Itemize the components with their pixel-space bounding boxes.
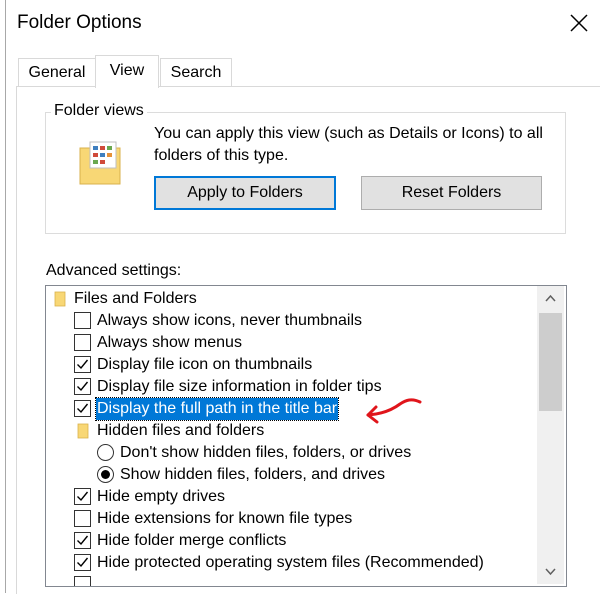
scroll-down-button[interactable] bbox=[537, 559, 564, 584]
tree-item-label: Display the full path in the title bar bbox=[94, 397, 340, 421]
close-icon bbox=[570, 14, 588, 32]
tree-item-files-and-folders[interactable]: Files and Folders bbox=[46, 288, 536, 310]
tree-item-checkbox[interactable]: Always show menus bbox=[46, 332, 536, 354]
scroll-up-button[interactable] bbox=[537, 286, 564, 311]
folder-icon bbox=[54, 291, 66, 307]
chevron-down-icon bbox=[545, 568, 556, 576]
checkmark-icon bbox=[77, 535, 89, 546]
checkmark-icon bbox=[77, 557, 89, 568]
tree-item-label: Hide empty drives bbox=[97, 488, 226, 505]
checkmark-icon bbox=[77, 403, 89, 414]
checkbox[interactable] bbox=[74, 312, 91, 329]
tree-item-radio[interactable]: Show hidden files, folders, and drives bbox=[46, 464, 536, 486]
folder-views-label: Folder views bbox=[51, 102, 147, 120]
scroll-thumb[interactable] bbox=[539, 313, 562, 411]
radio-dot bbox=[101, 470, 110, 479]
advanced-settings-tree[interactable]: Files and Folders Always show icons, nev… bbox=[45, 285, 567, 587]
checkmark-icon bbox=[77, 359, 89, 370]
window-title: Folder Options bbox=[17, 12, 142, 33]
tree-item-label: Hide folder merge conflicts bbox=[97, 532, 287, 549]
tree-item-checkbox[interactable]: Display file size information in folder … bbox=[46, 376, 536, 398]
checkmark-icon bbox=[77, 491, 89, 502]
tree-item-label: Always show icons, never thumbnails bbox=[97, 312, 363, 329]
tree-item-label: Display file size information in folder … bbox=[97, 378, 382, 395]
tree-item-label: Always show menus bbox=[97, 334, 242, 351]
tree-item-checkbox[interactable]: Display file icon on thumbnails bbox=[46, 354, 536, 376]
tree-item-label: Display file icon on thumbnails bbox=[97, 356, 313, 373]
tree-item-checkbox[interactable]: Hide extensions for known file types bbox=[46, 508, 536, 530]
tree-item-checkbox-selected[interactable]: Display the full path in the title bar bbox=[46, 397, 536, 421]
tree-item-label: Hidden files and folders bbox=[97, 422, 265, 439]
tree-item-label: Hide extensions for known file types bbox=[97, 510, 353, 527]
tree-item-label: Show hidden files, folders, and drives bbox=[120, 466, 386, 483]
tab-view[interactable]: View bbox=[95, 55, 159, 88]
checkbox-checked[interactable] bbox=[74, 488, 91, 505]
tree-item-checkbox[interactable]: Hide protected operating system files (R… bbox=[46, 552, 536, 574]
tree-item-label: Don't show hidden files, folders, or dri… bbox=[120, 444, 412, 461]
folder-view-icon bbox=[79, 141, 121, 185]
checkbox-checked[interactable] bbox=[74, 554, 91, 571]
tree-item-checkbox[interactable]: Hide empty drives bbox=[46, 486, 536, 508]
checkbox[interactable] bbox=[74, 576, 91, 586]
window-border bbox=[5, 0, 6, 593]
folder-views-description: You can apply this view (such as Details… bbox=[154, 125, 543, 164]
close-button[interactable] bbox=[560, 4, 598, 42]
reset-folders-button[interactable]: Reset Folders bbox=[361, 176, 542, 210]
tree-item-label: Files and Folders bbox=[74, 290, 197, 307]
tab-general[interactable]: General bbox=[18, 58, 96, 87]
checkbox[interactable] bbox=[74, 510, 91, 527]
radio-button[interactable] bbox=[97, 444, 114, 461]
tree-scrollbar[interactable] bbox=[537, 286, 564, 584]
tree-item-radio[interactable]: Don't show hidden files, folders, or dri… bbox=[46, 442, 536, 464]
tree-item-partial[interactable] bbox=[46, 574, 536, 586]
radio-button-selected[interactable] bbox=[97, 466, 114, 483]
checkmark-icon bbox=[77, 381, 89, 392]
checkbox[interactable] bbox=[74, 334, 91, 351]
tree-item-hidden-files-folder[interactable]: Hidden files and folders bbox=[46, 420, 536, 442]
checkbox-checked[interactable] bbox=[74, 356, 91, 373]
checkbox-checked[interactable] bbox=[74, 532, 91, 549]
tree-item-checkbox[interactable]: Always show icons, never thumbnails bbox=[46, 310, 536, 332]
checkbox-checked[interactable] bbox=[74, 378, 91, 395]
chevron-up-icon bbox=[545, 294, 556, 302]
advanced-settings-label: Advanced settings: bbox=[46, 262, 182, 279]
checkbox-checked[interactable] bbox=[74, 400, 91, 417]
apply-to-folders-button[interactable]: Apply to Folders bbox=[154, 176, 336, 210]
tree-item-label: Hide protected operating system files (R… bbox=[97, 554, 484, 571]
folder-icon bbox=[77, 423, 89, 439]
tab-search[interactable]: Search bbox=[160, 58, 232, 87]
annotation-arrow bbox=[366, 398, 422, 424]
tree-item-checkbox[interactable]: Hide folder merge conflicts bbox=[46, 530, 536, 552]
